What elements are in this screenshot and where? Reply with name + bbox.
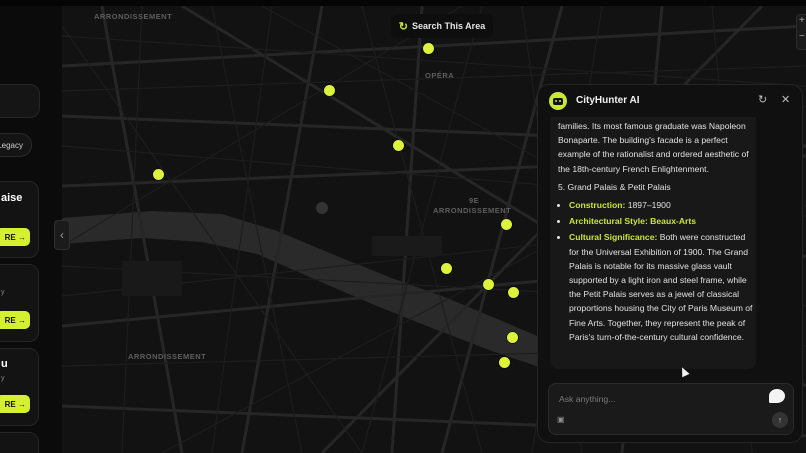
bullet-item: Cultural Significance: Both were constru… [569, 230, 754, 344]
assistant-message: families. Its most famous graduate was N… [550, 117, 756, 369]
bullet-item: Architectural Style: Beaux-Arts [569, 214, 754, 228]
map-pin[interactable] [153, 169, 164, 180]
map-label-opera: OPÉRA [425, 71, 455, 80]
refresh-icon: ↻ [398, 20, 408, 33]
sidebar-collapse-button[interactable]: ‹ [54, 220, 70, 250]
bullet-item: Construction: 1897–1900 [569, 198, 754, 212]
search-this-area-label: Search This Area [412, 21, 486, 31]
map-pin[interactable] [508, 287, 519, 298]
place-card[interactable]: u y RE → [0, 348, 39, 426]
map-pin[interactable] [483, 279, 494, 290]
search-this-area-button[interactable]: ↻ Search This Area [391, 14, 493, 38]
chat-input[interactable] [557, 390, 761, 408]
send-arrow-icon[interactable]: ↑ [772, 412, 788, 428]
zoom-control[interactable]: + − [796, 14, 806, 50]
explore-button[interactable]: RE → [0, 228, 30, 246]
map-pin[interactable] [441, 263, 452, 274]
map-pin[interactable] [501, 219, 512, 230]
chevron-left-icon: ‹ [60, 228, 64, 242]
chat-title: CityHunter AI [576, 95, 640, 106]
place-card-subtitle: y [1, 375, 5, 382]
map-pin[interactable] [499, 357, 510, 368]
sidebar-filter-pill[interactable]: Legacy [0, 133, 32, 157]
zoom-in-button[interactable]: + [797, 15, 806, 31]
map-label-arrondissement: ARRONDISSEMENT [94, 12, 173, 21]
map-pin[interactable] [393, 140, 404, 151]
map-pin[interactable] [324, 85, 335, 96]
message-section-heading: 5. Grand Palais & Petit Palais [558, 181, 671, 192]
message-bullet-list: Construction: 1897–1900 Architectural St… [558, 198, 754, 344]
place-card[interactable]: aise RE → [0, 181, 39, 258]
image-icon[interactable]: ▣ [557, 415, 565, 424]
map-pin[interactable] [423, 43, 434, 54]
refresh-icon[interactable]: ↻ [758, 93, 767, 106]
zoom-out-button[interactable]: − [797, 31, 806, 47]
map-label-arrondissement-9e: ARRONDISSEMENT [433, 206, 512, 215]
chat-header: CityHunter AI ↻ ✕ [538, 85, 802, 117]
explore-button[interactable]: RE → [0, 395, 30, 413]
place-card-subtitle: y [1, 289, 5, 296]
explore-button[interactable]: RE → [0, 311, 30, 329]
chat-panel: CityHunter AI ↻ ✕ families. Its most fam… [537, 84, 803, 443]
chat-input-box[interactable]: ▣ ↑ [548, 383, 794, 435]
bot-icon [549, 92, 567, 110]
map-pin[interactable] [507, 332, 518, 343]
place-card[interactable] [0, 432, 39, 453]
map-label-arrondissement-bottom: ARRONDISSEMENT [128, 352, 207, 361]
sidebar-search-box[interactable] [0, 84, 40, 118]
close-icon[interactable]: ✕ [781, 93, 790, 106]
chat-bubble-icon[interactable] [769, 389, 785, 403]
place-card[interactable]: y RE → [0, 264, 39, 342]
map-label-9e: 9E [469, 196, 480, 205]
message-paragraph: families. Its most famous graduate was N… [558, 121, 749, 174]
place-card-title: u [1, 358, 8, 370]
sidebar: Legacy aise RE → y RE → u y RE → [0, 6, 62, 453]
place-card-title: aise [1, 192, 23, 204]
